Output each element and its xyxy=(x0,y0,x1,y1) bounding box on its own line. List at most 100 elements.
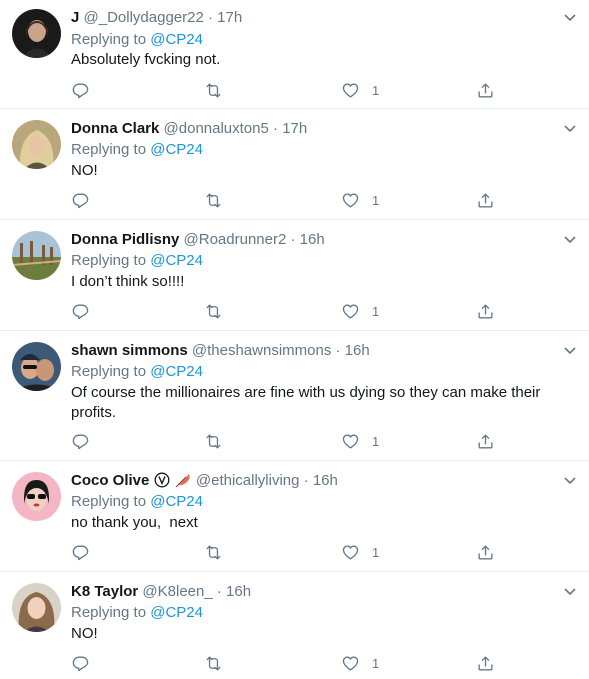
avatar[interactable] xyxy=(12,9,61,58)
display-name[interactable]: K8 Taylor xyxy=(71,583,138,600)
timestamp[interactable]: 16h xyxy=(300,231,325,248)
like-button[interactable]: 1 xyxy=(341,651,379,675)
user-handle[interactable]: @ethicallyliving xyxy=(196,472,300,489)
separator-dot: · xyxy=(273,120,279,137)
tweet[interactable]: K8 Taylor @K8leen_ · 16h Replying to @CP… xyxy=(0,572,589,679)
tweet-text: NO! xyxy=(71,625,98,642)
tweet-actions: 1 xyxy=(71,429,511,453)
mention-link[interactable]: @CP24 xyxy=(150,604,203,621)
user-handle[interactable]: @theshawnsimmons xyxy=(192,342,331,359)
reply-icon xyxy=(72,192,89,208)
tweet-header: Donna Clark @donnaluxton5 · 17h xyxy=(71,119,549,139)
like-button[interactable]: 1 xyxy=(341,78,379,102)
like-count: 1 xyxy=(372,192,380,208)
mention-link[interactable]: @CP24 xyxy=(150,493,203,510)
chevron-down-icon[interactable] xyxy=(561,9,579,27)
tweet[interactable]: shawn simmons @theshawnsimmons · 16h Rep… xyxy=(0,331,589,461)
avatar[interactable] xyxy=(12,472,61,521)
like-button[interactable]: 1 xyxy=(341,429,379,453)
like-count: 1 xyxy=(372,433,380,449)
display-name[interactable]: shawn simmons xyxy=(71,342,188,359)
reply-icon xyxy=(72,82,89,98)
like-button[interactable]: 1 xyxy=(341,299,379,323)
reply-button[interactable] xyxy=(71,651,90,675)
chevron-down-icon[interactable] xyxy=(561,472,579,490)
share-button[interactable] xyxy=(476,429,495,453)
reply-button[interactable] xyxy=(71,540,90,564)
user-handle[interactable]: @_Dollydagger22 xyxy=(84,9,204,26)
retweet-button[interactable] xyxy=(204,188,223,212)
user-handle[interactable]: @Roadrunner2 xyxy=(184,231,287,248)
share-button[interactable] xyxy=(476,299,495,323)
chevron-down-icon[interactable] xyxy=(561,342,579,360)
mention-link[interactable]: @CP24 xyxy=(150,363,203,380)
reply-icon xyxy=(72,433,89,449)
tweet[interactable]: Donna Pidlisny @Roadrunner2 · 16h Replyi… xyxy=(0,220,589,331)
separator-dot: · xyxy=(303,472,309,489)
avatar[interactable] xyxy=(12,120,61,169)
timestamp[interactable]: 17h xyxy=(282,120,307,137)
like-count: 1 xyxy=(372,544,380,560)
tweet-actions: 1 xyxy=(71,78,511,102)
share-button[interactable] xyxy=(476,540,495,564)
tweet-text: NO! xyxy=(71,162,98,179)
vegan-v-icon xyxy=(154,472,169,488)
retweet-button[interactable] xyxy=(204,540,223,564)
tweet[interactable]: Donna Clark @donnaluxton5 · 17h Replying… xyxy=(0,109,589,220)
reply-button[interactable] xyxy=(71,429,90,453)
replying-to-label: Replying to xyxy=(71,493,147,510)
timestamp[interactable]: 17h xyxy=(217,9,242,26)
user-handle[interactable]: @K8leen_ xyxy=(142,583,212,600)
display-name[interactable]: Donna Pidlisny xyxy=(71,231,179,248)
tweet[interactable]: Coco Olive @ethicallyliving · 16h Replyi… xyxy=(0,461,589,572)
retweet-icon xyxy=(206,433,221,449)
replying-to: Replying to @CP24 xyxy=(71,362,203,382)
display-name[interactable]: J xyxy=(71,9,79,26)
retweet-button[interactable] xyxy=(204,78,223,102)
retweet-icon xyxy=(206,82,221,98)
replying-to-label: Replying to xyxy=(71,252,147,269)
reply-button[interactable] xyxy=(71,188,90,212)
replying-to: Replying to @CP24 xyxy=(71,140,203,160)
avatar[interactable] xyxy=(12,583,61,632)
reply-button[interactable] xyxy=(71,78,90,102)
timestamp[interactable]: 16h xyxy=(313,472,338,489)
like-button[interactable]: 1 xyxy=(341,540,379,564)
tweet-text: Of course the millionaires are fine with… xyxy=(71,384,541,421)
share-button[interactable] xyxy=(476,651,495,675)
tweet[interactable]: J @_Dollydagger22 · 17h Replying to @CP2… xyxy=(0,0,589,109)
tweet-header: Donna Pidlisny @Roadrunner2 · 16h xyxy=(71,230,549,250)
replying-to-label: Replying to xyxy=(71,141,147,158)
display-name[interactable]: Donna Clark xyxy=(71,120,159,137)
replying-to-label: Replying to xyxy=(71,604,147,621)
retweet-icon xyxy=(206,544,221,560)
timestamp[interactable]: 16h xyxy=(226,583,251,600)
retweet-icon xyxy=(206,303,221,319)
tweet-text: Absolutely fvcking not. xyxy=(71,51,221,68)
reply-icon xyxy=(72,544,89,560)
display-name[interactable]: Coco Olive xyxy=(71,472,149,489)
chevron-down-icon[interactable] xyxy=(561,120,579,138)
mention-link[interactable]: @CP24 xyxy=(150,252,203,269)
retweet-button[interactable] xyxy=(204,429,223,453)
share-button[interactable] xyxy=(476,78,495,102)
mention-link[interactable]: @CP24 xyxy=(150,141,203,158)
retweet-icon xyxy=(206,655,221,671)
retweet-button[interactable] xyxy=(204,651,223,675)
replying-to: Replying to @CP24 xyxy=(71,251,203,271)
mention-link[interactable]: @CP24 xyxy=(150,31,203,48)
like-button[interactable]: 1 xyxy=(341,188,379,212)
reply-button[interactable] xyxy=(71,299,90,323)
replying-to: Replying to @CP24 xyxy=(71,603,203,623)
replying-to: Replying to @CP24 xyxy=(71,492,203,512)
retweet-button[interactable] xyxy=(204,299,223,323)
chevron-down-icon[interactable] xyxy=(561,583,579,601)
avatar[interactable] xyxy=(12,231,61,280)
timestamp[interactable]: 16h xyxy=(345,342,370,359)
user-handle[interactable]: @donnaluxton5 xyxy=(164,120,269,137)
chevron-down-icon[interactable] xyxy=(561,231,579,249)
separator-dot: · xyxy=(335,342,341,359)
tweet-header: J @_Dollydagger22 · 17h xyxy=(71,8,549,28)
avatar[interactable] xyxy=(12,342,61,391)
share-button[interactable] xyxy=(476,188,495,212)
